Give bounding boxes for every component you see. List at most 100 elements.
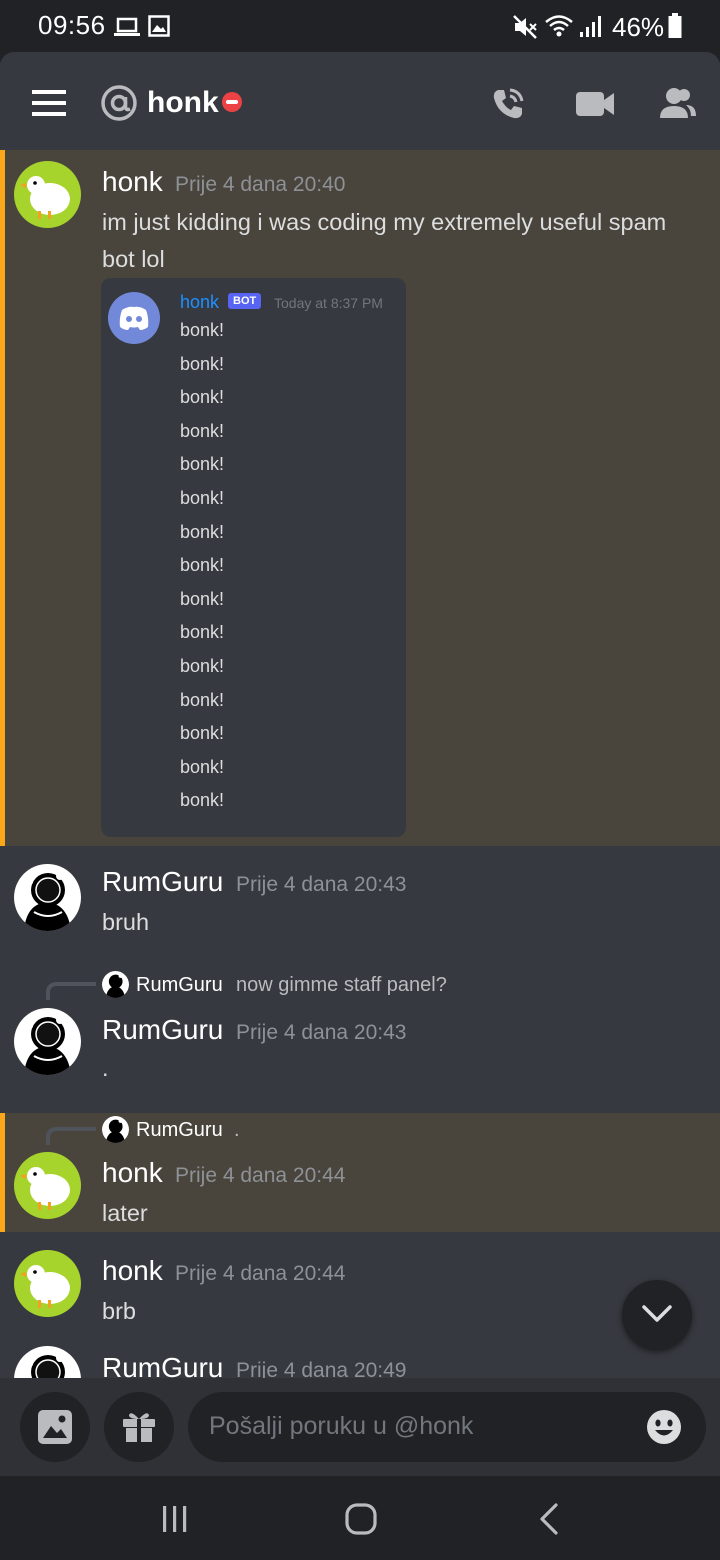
gallery-icon [148,15,170,37]
avatar[interactable] [14,1346,81,1378]
emoji-icon[interactable] [646,1409,682,1445]
at-icon [101,85,137,121]
reply-text[interactable]: now gimme staff panel? [236,974,447,997]
discord-logo-icon [108,292,160,344]
goose-avatar-icon [20,1265,70,1308]
wifi-icon [545,15,573,37]
avatar[interactable] [14,1152,81,1219]
back-icon[interactable] [536,1502,562,1536]
timestamp: Prije 4 dana 20:43 [236,1021,407,1044]
embed-line: bonk! [180,655,225,676]
astronaut-avatar-icon [102,971,129,998]
members-icon[interactable] [658,86,698,120]
timestamp: Prije 4 dana 20:40 [175,173,346,196]
embed-timestamp: Today at 8:37 PM [274,295,383,311]
message-composer: Pošalji poruku u @honk [0,1378,720,1476]
reply-username[interactable]: RumGuru [136,1119,223,1142]
timestamp: Prije 4 dana 20:44 [175,1262,346,1285]
channel-header: honk [0,52,720,150]
embed-lines: bonk! bonk! bonk! bonk! bonk! bonk! bonk… [180,320,224,824]
mention-bar [0,1113,5,1232]
username[interactable]: RumGuru [102,866,223,898]
embed-line: bonk! [180,756,225,777]
voice-call-icon[interactable] [490,86,526,122]
timestamp: Prije 4 dana 20:49 [236,1359,407,1378]
reply-text[interactable]: . [234,1119,240,1142]
astronaut-avatar-icon [14,1008,81,1075]
embed-line: bonk! [180,790,225,811]
message-input-placeholder: Pošalji poruku u @honk [209,1412,474,1440]
channel-title: honk [147,86,219,119]
reply-connector [46,1127,96,1145]
laptop-icon [114,17,140,36]
goose-avatar-icon [20,176,70,219]
goose-avatar-icon [20,1167,70,1210]
embed-line: bonk! [180,723,225,744]
home-icon[interactable] [344,1502,378,1536]
reply-avatar [102,971,129,998]
mute-icon [513,15,537,39]
bot-badge: BOT [228,293,262,309]
embed-line: bonk! [180,353,225,374]
message-text: im just kidding i was coding my extremel… [102,209,667,272]
embed-line: bonk! [180,454,225,475]
timestamp: Prije 4 dana 20:43 [236,873,407,896]
message[interactable]: RumGuru now gimme staff panel? RumGuru P… [0,960,720,1113]
message[interactable]: RumGuru Prije 4 dana 20:43 bruh [0,846,720,960]
reply-connector [46,982,96,1000]
astronaut-avatar-icon [14,1346,81,1378]
status-time: 09:56 [38,10,106,40]
mention-bar [0,150,5,846]
image-icon [38,1410,72,1444]
reply-username[interactable]: RumGuru [136,974,223,997]
embed-line: bonk! [180,521,225,542]
battery-icon [668,13,682,38]
recent-apps-icon[interactable] [160,1504,190,1534]
embed-username: honk [180,292,220,312]
reply-avatar [102,1116,129,1143]
message[interactable]: RumGuru . honk Prije 4 dana 20:44 later [0,1113,720,1232]
embed-line: bonk! [180,420,225,441]
timestamp: Prije 4 dana 20:44 [175,1164,346,1187]
astronaut-avatar-icon [14,864,81,931]
embed-line: bonk! [180,487,225,508]
app-root: 09:56 46% honk honk Prije 4 dana 20:40 i… [0,0,720,1560]
gift-icon [123,1413,155,1442]
username[interactable]: RumGuru [102,1014,223,1046]
username[interactable]: honk [102,1255,163,1287]
attach-image-button[interactable] [20,1392,90,1462]
avatar[interactable] [14,1250,81,1317]
embed-line: bonk! [180,387,225,408]
embed-line: bonk! [180,622,225,643]
scroll-to-bottom-button[interactable] [622,1280,692,1350]
username[interactable]: RumGuru [102,1352,223,1378]
menu-icon[interactable] [32,90,66,116]
message-text: later [102,1200,148,1226]
astronaut-avatar-icon [102,1116,129,1143]
status-bar: 09:56 46% [0,0,720,52]
message-list[interactable]: honk Prije 4 dana 20:40 im just kidding … [0,150,720,1378]
signal-icon [580,16,601,37]
avatar[interactable] [14,161,81,228]
embed-line: bonk! [180,588,225,609]
system-nav-bar [0,1476,720,1560]
message[interactable]: RumGuru Prije 4 dana 20:49 [0,1328,720,1378]
embed-line: bonk! [180,689,225,710]
username[interactable]: honk [102,166,163,198]
image-attachment[interactable]: honk BOT Today at 8:37 PM bonk! bonk! bo… [101,278,406,837]
avatar[interactable] [14,1008,81,1075]
battery-percent: 46% [612,12,665,42]
message-text: . [102,1055,109,1081]
username[interactable]: honk [102,1157,163,1189]
video-call-icon[interactable] [576,90,614,118]
embed-line: bonk! [180,320,225,340]
gift-button[interactable] [104,1392,174,1462]
message[interactable]: honk Prije 4 dana 20:40 im just kidding … [0,150,720,846]
avatar[interactable] [14,864,81,931]
message-text: brb [102,1298,136,1324]
message-input[interactable]: Pošalji poruku u @honk [188,1392,706,1462]
dnd-status-icon [222,92,242,112]
message[interactable]: honk Prije 4 dana 20:44 brb [0,1232,720,1328]
message-text: bruh [102,909,150,935]
embed-line: bonk! [180,555,225,576]
